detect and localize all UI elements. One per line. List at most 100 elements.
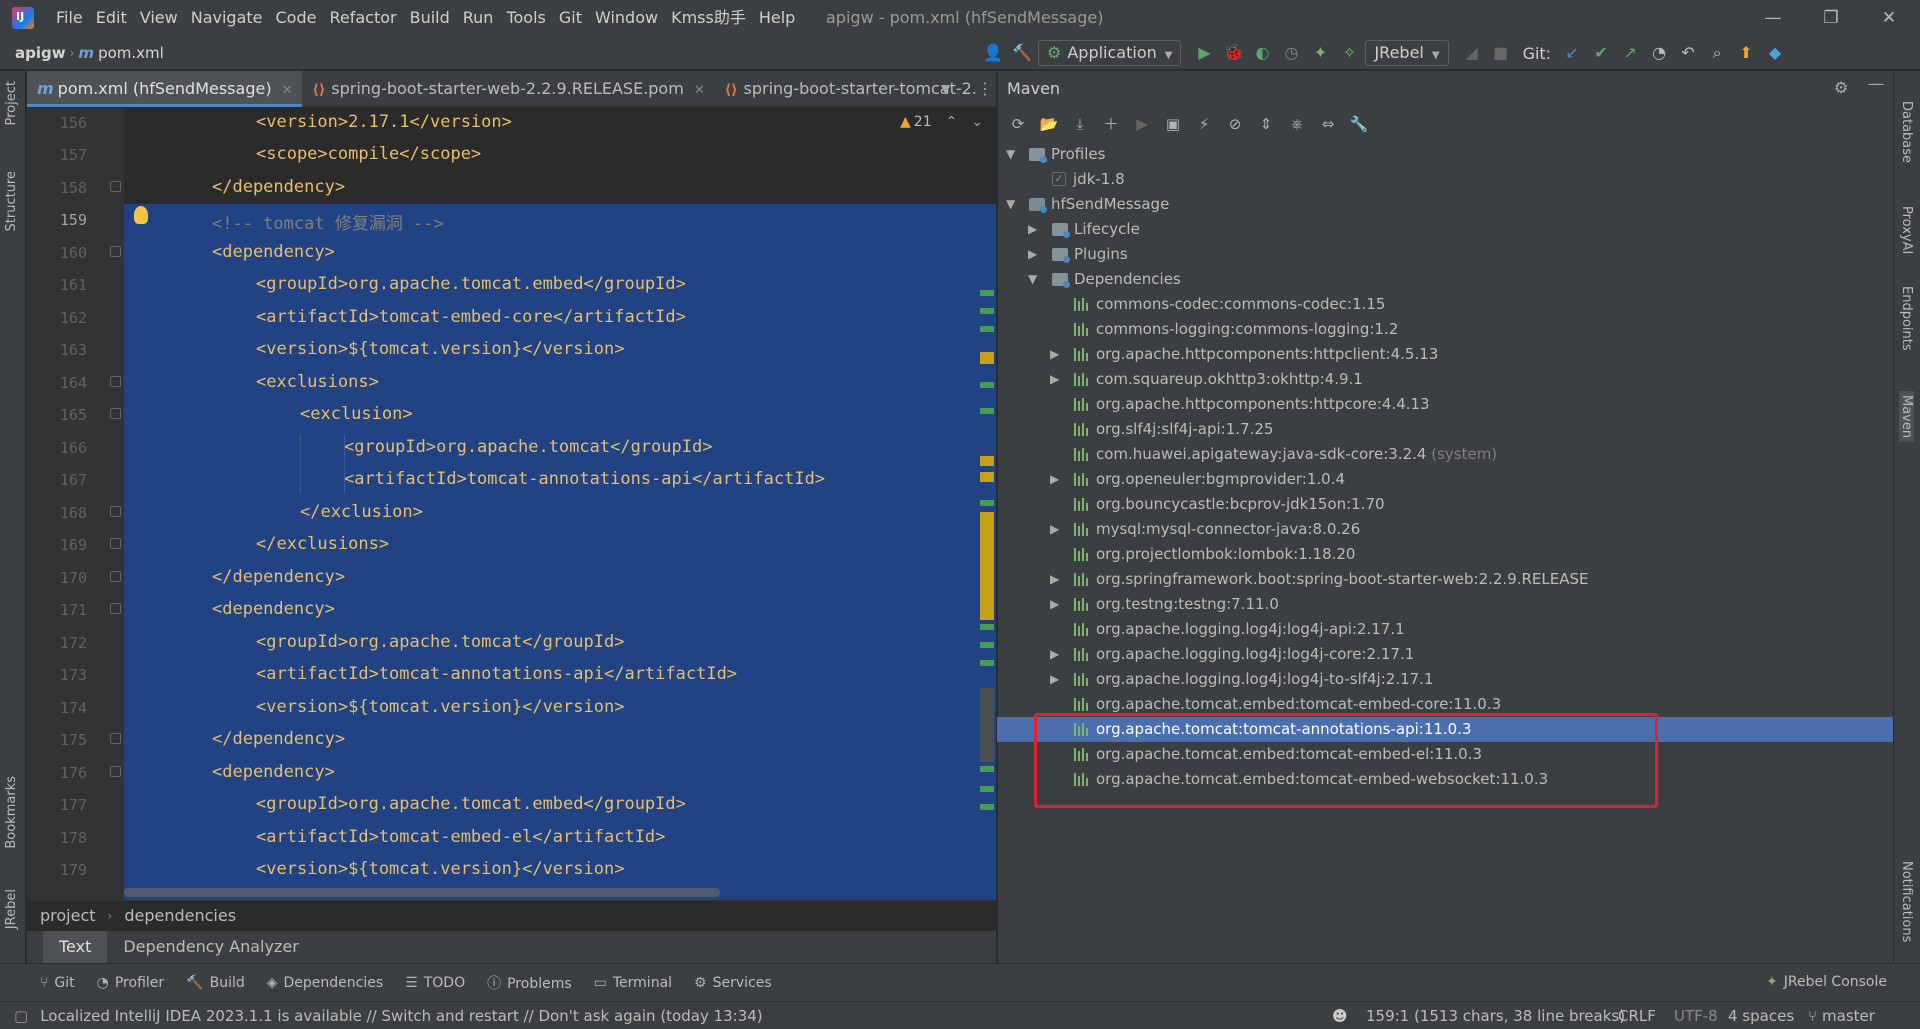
structure-tool-tab[interactable]: Structure [4,171,19,231]
close-icon[interactable]: ✕ [282,83,293,98]
notifications-tool-tab[interactable]: Notifications [1899,861,1914,942]
caret-position[interactable]: 159:1 (1513 chars, 38 line breaks) [1366,1007,1625,1025]
change-marker[interactable] [980,500,994,506]
proxyai-tool-tab[interactable]: ProxyAI [1899,206,1914,254]
jrebel-stop-icon[interactable]: ◢ [1459,40,1485,66]
menu-view[interactable]: View [140,0,178,36]
git-push-icon[interactable]: ↗ [1617,40,1643,66]
endpoints-tool-tab[interactable]: Endpoints [1899,286,1914,351]
chevron-down-icon[interactable]: ▼ [1006,192,1015,217]
collapse-all-icon[interactable]: ⇕ [1254,112,1278,136]
tree-item-dependency[interactable]: org.apache.httpcomponents:httpcore:4.4.1… [997,392,1893,417]
chevron-right-icon[interactable]: ▶ [1050,567,1059,592]
profile-icon[interactable]: ◷ [1278,40,1304,66]
maven-tool-tab[interactable]: Maven [1899,391,1914,443]
jrebel-console-button[interactable]: ✦ JRebel Console [1766,974,1887,990]
intellij-logo-icon[interactable] [12,7,34,29]
bookmarks-tool-tab[interactable]: Bookmarks [4,776,19,849]
search-icon[interactable]: ⌕ [1704,40,1730,66]
prev-highlight-icon[interactable]: ⌃ [946,114,958,130]
reload-icon[interactable]: ⟳ [1006,112,1030,136]
run-maven-build-icon[interactable]: ▶ [1130,112,1154,136]
tree-item-lifecycle[interactable]: ▶ Lifecycle [997,217,1893,242]
tree-item-dependency[interactable]: ▶ org.testng:testng:7.11.0 [997,592,1893,617]
change-marker[interactable] [980,382,994,388]
stop-icon[interactable]: ■ [1488,40,1514,66]
change-marker[interactable] [980,766,994,772]
menu-tools[interactable]: Tools [506,0,545,36]
tree-item-dependency[interactable]: commons-codec:commons-codec:1.15 [997,292,1893,317]
git-commit-icon[interactable]: ✔ [1588,40,1614,66]
tab-starter-tomcat-pom[interactable]: ⟨⟩ spring-boot-starter-tomcat-2. [715,71,977,107]
tree-item-dependency[interactable]: org.projectlombok:lombok:1.18.20 [997,542,1893,567]
minimize-button[interactable]: — [1750,0,1796,36]
download-icon[interactable]: ⤓ [1068,112,1092,136]
breadcrumb-project[interactable]: apigw [15,44,66,62]
tree-item-dependency[interactable]: ▶ org.apache.logging.log4j:log4j-to-slf4… [997,667,1893,692]
tree-item-dependency[interactable]: org.slf4j:slf4j-api:1.7.25 [997,417,1893,442]
ai-assistant-icon[interactable]: ☻ [1332,1007,1348,1025]
breadcrumb-file[interactable]: pom.xml [98,44,164,62]
menu-navigate[interactable]: Navigate [191,0,263,36]
chevron-right-icon[interactable]: ▶ [1050,467,1059,492]
crumb-project[interactable]: project [40,901,96,931]
chevron-right-icon[interactable]: ▶ [1028,217,1037,242]
run-config-dropdown[interactable]: ⚙ Application ▼ [1038,40,1182,66]
show-dependencies-icon[interactable]: ⎈ [1285,112,1309,136]
tree-item-dependency[interactable]: ▶ org.apache.httpcomponents:httpclient:4… [997,342,1893,367]
menu-edit[interactable]: Edit [96,0,127,36]
fold-marker-icon[interactable] [110,408,121,419]
execute-goal-icon[interactable]: ▣ [1161,112,1185,136]
change-marker[interactable] [980,624,994,630]
lightbulb-icon[interactable] [134,206,148,224]
wrench-icon[interactable]: 🔧 [1347,112,1371,136]
checkbox-icon[interactable]: ✓ [1052,172,1066,186]
tab-starter-web-pom[interactable]: ⟨⟩ spring-boot-starter-web-2.2.9.RELEASE.… [302,71,714,107]
tree-item-profile[interactable]: ✓ jdk-1.8 [997,167,1893,192]
menu-git[interactable]: Git [559,0,582,36]
close-button[interactable]: ✕ [1866,0,1912,36]
fold-marker-icon[interactable] [110,733,121,744]
menu-build[interactable]: Build [410,0,450,36]
status-message[interactable]: Localized IntelliJ IDEA 2023.1.1 is avai… [40,1007,762,1025]
add-maven-project-icon[interactable]: 📂 [1037,112,1061,136]
horizontal-scrollbar[interactable] [124,888,720,897]
menu-file[interactable]: File [56,0,83,36]
fold-marker-icon[interactable] [110,766,121,777]
fold-marker-icon[interactable] [110,603,121,614]
more-options-icon[interactable]: ⋮ [977,71,993,107]
tab-pom-xml[interactable]: m pom.xml (hfSendMessage) ✕ [27,70,303,107]
menu-help[interactable]: Help [759,0,795,36]
git-update-icon[interactable]: ↙ [1559,40,1585,66]
change-marker[interactable] [980,326,994,332]
ide-logo-icon[interactable]: ◆ [1762,40,1788,66]
warning-marker[interactable] [980,456,994,466]
project-tool-tab[interactable]: Project [4,81,19,125]
menu-run[interactable]: Run [463,0,494,36]
warning-marker[interactable] [980,512,994,620]
toggle-offline-icon[interactable]: ⚡ [1192,112,1216,136]
tree-item-module[interactable]: ▼ hfSendMessage [997,192,1893,217]
tree-item-profiles[interactable]: ▼ Profiles [997,142,1893,167]
indent-setting[interactable]: 4 spaces [1728,1007,1794,1025]
next-highlight-icon[interactable]: ⌄ [971,114,983,130]
history-icon[interactable]: ◔ [1646,40,1672,66]
panel-toggle-icon[interactable]: ▢ [14,1007,28,1025]
chevron-right-icon[interactable]: ▶ [1028,242,1037,267]
chevron-right-icon[interactable]: ▶ [1050,667,1059,692]
fold-marker-icon[interactable] [110,376,121,387]
update-icon[interactable]: ⬆ [1733,40,1759,66]
warning-marker[interactable] [980,472,994,482]
change-marker[interactable] [980,786,994,792]
fold-marker-icon[interactable] [110,246,121,257]
close-icon[interactable]: ✕ [694,83,705,98]
warning-marker[interactable] [980,352,994,364]
tree-item-dependency[interactable]: ▶ mysql:mysql-connector-java:8.0.26 [997,517,1893,542]
terminal-tool-button[interactable]: ▭ Terminal [594,975,672,991]
tree-item-dependency[interactable]: commons-logging:commons-logging:1.2 [997,317,1893,342]
menu-code[interactable]: Code [276,0,317,36]
chevron-right-icon[interactable]: ▶ [1050,592,1059,617]
chevron-down-icon[interactable]: ▼ [1028,267,1037,292]
skip-tests-icon[interactable]: ⊘ [1223,112,1247,136]
tree-item-dependency[interactable]: org.apache.logging.log4j:log4j-api:2.17.… [997,617,1893,642]
